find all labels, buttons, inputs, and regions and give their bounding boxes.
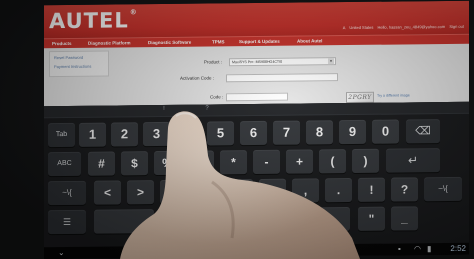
autel-logo[interactable]: AUTEL® xyxy=(49,8,138,33)
logo-registered-mark: ® xyxy=(129,8,138,17)
key-comma[interactable]: , xyxy=(292,178,319,203)
sidebar-item-reset-password[interactable]: Reset Password xyxy=(54,55,83,60)
key-emoticon[interactable] xyxy=(94,209,154,234)
key-period[interactable]: . xyxy=(325,177,352,203)
key-0[interactable]: 0 xyxy=(372,119,399,144)
key-6[interactable]: 6 xyxy=(240,120,267,146)
key-9[interactable]: 9 xyxy=(339,119,366,145)
key-percent[interactable]: % xyxy=(154,150,181,176)
nav-support-updates[interactable]: Support & Updates xyxy=(239,39,280,44)
logo-text: AUTEL xyxy=(49,8,129,34)
key-hash[interactable]: # xyxy=(88,151,115,176)
code-label: Code : xyxy=(210,94,224,100)
key-hidden-1[interactable] xyxy=(160,179,187,205)
key-close-paren[interactable]: ) xyxy=(352,148,379,173)
screenshot-icon[interactable]: ▭ xyxy=(286,246,294,255)
battery-icon: ▮ xyxy=(427,244,432,254)
strip-char-exclaim[interactable]: ! xyxy=(157,106,171,112)
onscreen-keyboard: ! ? Tab 1 2 3 4 5 6 7 8 9 0 ⌫ ABC # $ % … xyxy=(44,101,469,248)
sidebar-item-payment-instructions[interactable]: Payment Instructions xyxy=(54,64,91,69)
notification-icon[interactable]: ▪ xyxy=(398,244,401,253)
key-hidden-2[interactable] xyxy=(193,179,220,204)
key-more-symbols-right[interactable]: ~\{ xyxy=(424,176,462,202)
key-open-paren[interactable]: ( xyxy=(319,149,346,174)
key-1[interactable]: 1 xyxy=(79,122,106,147)
tablet-screen: AUTEL® A United States Hello, hassan_zeu… xyxy=(44,0,469,259)
key-question[interactable]: ? xyxy=(391,177,418,202)
photo-frame: AUTEL® A United States Hello, hassan_zeu… xyxy=(0,0,474,259)
account-links: A United States Hello, hassan_zeu_4849@y… xyxy=(340,24,464,30)
enter-key[interactable]: ↵ xyxy=(386,148,440,173)
key-7[interactable]: 7 xyxy=(273,120,300,145)
product-label: Product : xyxy=(204,59,223,65)
key-hidden-3[interactable] xyxy=(226,179,253,204)
key-2[interactable]: 2 xyxy=(111,122,138,147)
key-ampersand[interactable]: & xyxy=(187,150,214,175)
sign-out-link[interactable]: Sign out xyxy=(449,24,464,29)
nav-about-autel[interactable]: About Autel xyxy=(297,38,322,43)
status-clock: 2:52 xyxy=(450,243,466,253)
region-link[interactable]: United States xyxy=(349,25,373,30)
captcha-refresh-link[interactable]: Try a different image xyxy=(377,93,410,97)
enter-icon: ↵ xyxy=(407,153,419,168)
key-3[interactable]: 3 xyxy=(143,121,170,147)
key-8[interactable]: 8 xyxy=(306,120,333,145)
nav-products[interactable]: Products xyxy=(52,41,72,46)
activation-code-input[interactable] xyxy=(226,73,338,83)
space-bar[interactable] xyxy=(160,207,350,234)
captcha-code-input[interactable] xyxy=(226,92,288,102)
wifi-icon: ◠ xyxy=(414,244,421,254)
product-select[interactable]: MaxiSYS Pro -MS908HG4CTI0 ▾ xyxy=(229,57,336,67)
strip-char-question[interactable]: ? xyxy=(200,105,214,112)
key-abc[interactable]: ABC xyxy=(48,151,81,177)
sidebar: Reset Password Payment Instructions xyxy=(49,50,109,78)
key-tab[interactable]: Tab xyxy=(48,122,75,148)
key-dollar[interactable]: $ xyxy=(121,151,148,176)
key-minus[interactable]: - xyxy=(253,149,280,175)
key-less-than[interactable]: < xyxy=(94,180,121,205)
key-exclamation[interactable]: ! xyxy=(358,177,385,202)
nav-diagnostic-software[interactable]: Diagnostic Software xyxy=(148,40,191,45)
key-greater-than[interactable]: > xyxy=(127,180,154,205)
user-greeting[interactable]: Hello, hassan_zeu_4849@yahoo.com xyxy=(378,24,446,30)
key-double-quote[interactable]: " xyxy=(358,206,385,231)
product-select-value: MaxiSYS Pro -MS908HG4CTI0 xyxy=(232,59,283,64)
backspace-key[interactable]: ⌫ xyxy=(406,119,440,144)
key-more-symbols-left[interactable]: ~\{ xyxy=(48,180,86,206)
nav-tpms[interactable]: TPMS xyxy=(212,39,225,44)
key-asterisk[interactable]: * xyxy=(220,150,247,175)
key-settings[interactable]: ☰ xyxy=(48,209,86,235)
key-4[interactable]: 4 xyxy=(175,121,202,146)
back-icon[interactable]: ⌄ xyxy=(58,248,65,257)
key-semicolon[interactable]: ; xyxy=(259,178,286,203)
captcha-image: 2PGRY xyxy=(346,91,374,104)
key-5[interactable]: 5 xyxy=(207,121,234,146)
key-plus[interactable]: + xyxy=(286,149,313,174)
site-header: AUTEL® A United States Hello, hassan_zeu… xyxy=(44,0,469,39)
page-content: Reset Password Payment Instructions Prod… xyxy=(44,43,469,107)
language-link[interactable]: A xyxy=(343,25,345,30)
activation-code-label: Activation Code : xyxy=(180,75,215,81)
settings-icon: ☰ xyxy=(62,216,72,228)
chevron-down-icon: ▾ xyxy=(328,58,334,65)
backspace-icon: ⌫ xyxy=(415,125,431,138)
nav-diagnostic-platform[interactable]: Diagnostic Platform xyxy=(88,40,131,45)
key-underscore[interactable]: _ xyxy=(391,206,418,231)
